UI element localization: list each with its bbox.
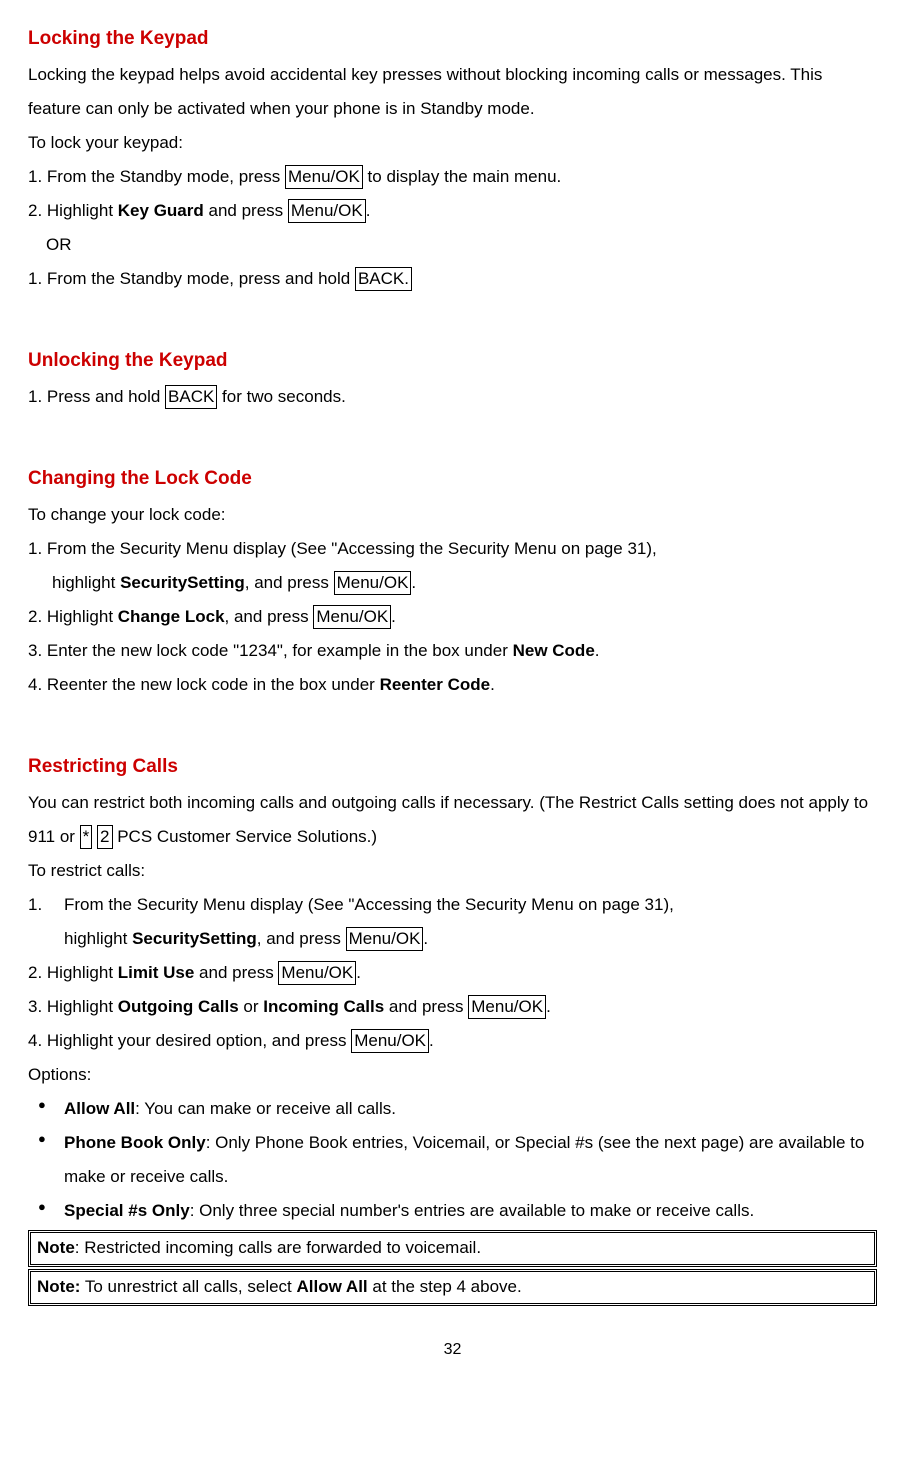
heading-changing: Changing the Lock Code — [28, 460, 877, 498]
changing-step1-line2: highlight SecuritySetting, and press Men… — [28, 566, 877, 600]
changing-step4: 4. Reenter the new lock code in the box … — [28, 668, 877, 702]
text: to display the main menu. — [363, 167, 561, 186]
key-menu-ok: Menu/OK — [285, 165, 363, 189]
text: highlight — [52, 573, 120, 592]
text: for two seconds. — [217, 387, 346, 406]
text: From the Security Menu display (See "Acc… — [64, 895, 674, 914]
locking-to-lock: To lock your keypad: — [28, 126, 877, 160]
text: and press — [204, 201, 288, 220]
text: or — [239, 997, 264, 1016]
text: To unrestrict all calls, select — [80, 1277, 296, 1296]
changing-step2: 2. Highlight Change Lock, and press Menu… — [28, 600, 877, 634]
note-box-1: Note: Restricted incoming calls are forw… — [28, 1230, 877, 1267]
key-menu-ok: Menu/OK — [334, 571, 412, 595]
restricting-step1: 1. From the Security Menu display (See "… — [28, 888, 877, 956]
text: , and press — [225, 607, 314, 626]
text: 1. From the Standby mode, press — [28, 167, 285, 186]
key-menu-ok: Menu/OK — [278, 961, 356, 985]
key-menu-ok: Menu/OK — [313, 605, 391, 629]
bold-reenter-code: Reenter Code — [380, 675, 491, 694]
locking-step1: 1. From the Standby mode, press Menu/OK … — [28, 160, 877, 194]
bold-key-guard: Key Guard — [118, 201, 204, 220]
text: 2. Highlight — [28, 201, 118, 220]
changing-step1-line1: 1. From the Security Menu display (See "… — [28, 532, 877, 566]
text: . — [595, 641, 600, 660]
text: . — [490, 675, 495, 694]
text: . — [429, 1031, 434, 1050]
heading-unlocking: Unlocking the Keypad — [28, 342, 877, 380]
bold-special-only: Special #s Only — [64, 1201, 190, 1220]
step-number: 1. — [28, 888, 42, 922]
page-number: 32 — [28, 1334, 877, 1366]
note-box-2: Note: To unrestrict all calls, select Al… — [28, 1269, 877, 1306]
restricting-step3: 3. Highlight Outgoing Calls or Incoming … — [28, 990, 877, 1024]
text: 3. Highlight — [28, 997, 118, 1016]
bold-phone-book-only: Phone Book Only — [64, 1133, 206, 1152]
key-back: BACK. — [355, 267, 412, 291]
bold-change-lock: Change Lock — [118, 607, 225, 626]
text: highlight — [64, 929, 132, 948]
restricting-step1-list: 1. From the Security Menu display (See "… — [28, 888, 877, 956]
text: . — [356, 963, 361, 982]
key-back: BACK — [165, 385, 217, 409]
text: and press — [194, 963, 278, 982]
bold-outgoing-calls: Outgoing Calls — [118, 997, 239, 1016]
changing-step3: 3. Enter the new lock code "1234", for e… — [28, 634, 877, 668]
text: 3. Enter the new lock code "1234", for e… — [28, 641, 513, 660]
option-phone-book-only: Phone Book Only: Only Phone Book entries… — [28, 1126, 877, 1194]
text: 4. Highlight your desired option, and pr… — [28, 1031, 351, 1050]
restricting-to-restrict: To restrict calls: — [28, 854, 877, 888]
bold-note: Note — [37, 1238, 75, 1257]
text: : You can make or receive all calls. — [135, 1099, 396, 1118]
locking-or: OR — [28, 228, 877, 262]
text: . — [423, 929, 428, 948]
options-list: Allow All: You can make or receive all c… — [28, 1092, 877, 1228]
text: 2. Highlight — [28, 963, 118, 982]
restricting-step4: 4. Highlight your desired option, and pr… — [28, 1024, 877, 1058]
bold-security-setting: SecuritySetting — [120, 573, 245, 592]
heading-restricting: Restricting Calls — [28, 748, 877, 786]
bold-allow-all: Allow All — [297, 1277, 368, 1296]
key-menu-ok: Menu/OK — [351, 1029, 429, 1053]
bold-incoming-calls: Incoming Calls — [263, 997, 384, 1016]
text: 1. Press and hold — [28, 387, 165, 406]
text: 4. Reenter the new lock code in the box … — [28, 675, 380, 694]
text: 2. Highlight — [28, 607, 118, 626]
changing-intro: To change your lock code: — [28, 498, 877, 532]
locking-intro: Locking the keypad helps avoid accidenta… — [28, 58, 877, 126]
text: . — [546, 997, 551, 1016]
key-star: * — [80, 825, 93, 849]
text: PCS Customer Service Solutions.) — [113, 827, 378, 846]
text: : Restricted incoming calls are forwarde… — [75, 1238, 481, 1257]
text: and press — [384, 997, 468, 1016]
key-menu-ok: Menu/OK — [468, 995, 546, 1019]
locking-step2: 2. Highlight Key Guard and press Menu/OK… — [28, 194, 877, 228]
restricting-intro: You can restrict both incoming calls and… — [28, 786, 877, 854]
locking-alt: 1. From the Standby mode, press and hold… — [28, 262, 877, 296]
bold-allow-all: Allow All — [64, 1099, 135, 1118]
bold-new-code: New Code — [513, 641, 595, 660]
text: at the step 4 above. — [368, 1277, 522, 1296]
heading-locking: Locking the Keypad — [28, 20, 877, 58]
text: . — [391, 607, 396, 626]
text: . — [366, 201, 371, 220]
unlocking-step: 1. Press and hold BACK for two seconds. — [28, 380, 877, 414]
bold-security-setting: SecuritySetting — [132, 929, 257, 948]
option-special-only: Special #s Only: Only three special numb… — [28, 1194, 877, 1228]
text: . — [411, 573, 416, 592]
text: , and press — [257, 929, 346, 948]
key-2: 2 — [97, 825, 112, 849]
key-menu-ok: Menu/OK — [288, 199, 366, 223]
option-allow-all: Allow All: You can make or receive all c… — [28, 1092, 877, 1126]
key-menu-ok: Menu/OK — [346, 927, 424, 951]
bold-note: Note: — [37, 1277, 80, 1296]
bold-limit-use: Limit Use — [118, 963, 195, 982]
options-label: Options: — [28, 1058, 877, 1092]
restricting-step2: 2. Highlight Limit Use and press Menu/OK… — [28, 956, 877, 990]
text: : Only three special number's entries ar… — [190, 1201, 755, 1220]
text: , and press — [245, 573, 334, 592]
text: 1. From the Standby mode, press and hold — [28, 269, 355, 288]
